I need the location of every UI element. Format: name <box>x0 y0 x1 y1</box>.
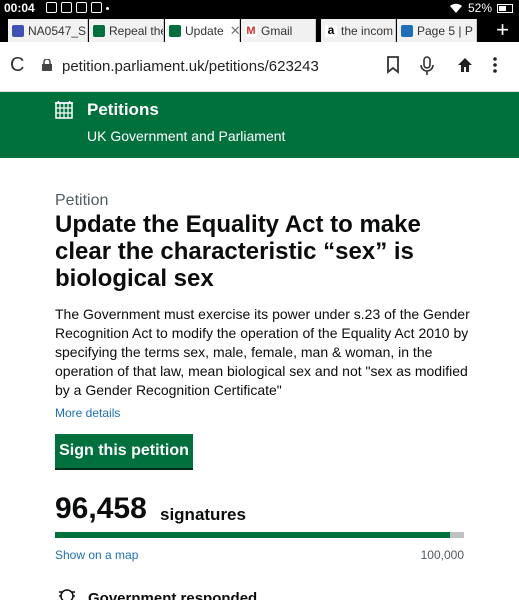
tab-na0547[interactable]: NA0547_S <box>8 19 88 42</box>
signature-progress-bar <box>55 532 464 538</box>
settings-notification-icon <box>91 2 102 13</box>
bookmark-icon[interactable] <box>386 56 400 74</box>
overflow-menu-icon[interactable] <box>492 56 498 74</box>
petition-description: The Government must exercise its power u… <box>55 306 470 398</box>
tab-page5[interactable]: Page 5 | P <box>397 19 477 42</box>
tab-update[interactable]: Update ✕ <box>165 19 240 42</box>
header-title[interactable]: Petitions <box>87 100 159 120</box>
battery-percent: 52% <box>467 1 492 15</box>
tab-gmail[interactable]: M Gmail <box>241 19 316 42</box>
more-details-link[interactable]: More details <box>55 406 120 420</box>
mail-notification-icon <box>61 2 72 13</box>
tab-the-incom[interactable]: a the incom <box>321 19 396 42</box>
petition-title: Update the Equality Act to make clear th… <box>55 211 421 292</box>
reload-icon[interactable]: C <box>10 54 24 77</box>
tab-label: Repeal the <box>109 23 164 38</box>
petition-caption: Petition <box>55 192 109 209</box>
wifi-icon <box>449 3 462 13</box>
tab-favicon-icon <box>12 24 24 37</box>
government-responded-heading: Government responded <box>88 590 258 600</box>
signature-count: 96,458 <box>55 492 147 525</box>
tab-favicon-icon <box>93 24 105 37</box>
show-on-map-link[interactable]: Show on a map <box>55 548 138 562</box>
lock-icon <box>42 59 52 71</box>
more-notifications-icon <box>106 7 109 10</box>
tab-label: Gmail <box>261 23 293 38</box>
status-bar: 00:04 52% <box>0 0 519 17</box>
url-field[interactable]: petition.parliament.uk/petitions/623243 <box>62 58 319 75</box>
portcullis-icon <box>55 100 73 119</box>
signature-progress-fill <box>55 532 450 538</box>
home-icon[interactable] <box>456 56 474 74</box>
tab-favicon-icon <box>169 24 181 37</box>
signature-target: 100,000 <box>420 548 464 562</box>
sign-petition-button[interactable]: Sign this petition <box>55 434 193 468</box>
tab-favicon-icon <box>401 24 413 37</box>
gmail-icon: M <box>245 24 257 37</box>
tab-label: Page 5 | P <box>417 23 473 38</box>
header-subtitle: UK Government and Parliament <box>87 128 286 144</box>
microphone-icon[interactable] <box>420 56 434 76</box>
address-bar: C petition.parliament.uk/petitions/62324… <box>0 42 519 92</box>
calendar-notification-icon <box>46 2 57 13</box>
site-header: Petitions UK Government and Parliament <box>0 92 519 158</box>
tab-label: Update <box>185 23 224 38</box>
government-crest-icon <box>59 589 75 600</box>
app-notification-icon <box>76 2 87 13</box>
notification-icons <box>46 2 109 13</box>
tab-label: NA0547_S <box>28 23 87 38</box>
tab-label: the incom <box>341 23 394 38</box>
tab-bar: NA0547_S Repeal the Update ✕ M Gmail a t… <box>0 17 519 42</box>
status-time: 00:04 <box>4 1 35 15</box>
battery-icon <box>497 3 513 13</box>
tab-repeal[interactable]: Repeal the <box>89 19 164 42</box>
new-tab-icon[interactable]: + <box>496 17 509 42</box>
amazon-icon: a <box>325 24 337 37</box>
signature-label: signatures <box>160 505 246 524</box>
tab-close-icon[interactable]: ✕ <box>230 23 239 39</box>
